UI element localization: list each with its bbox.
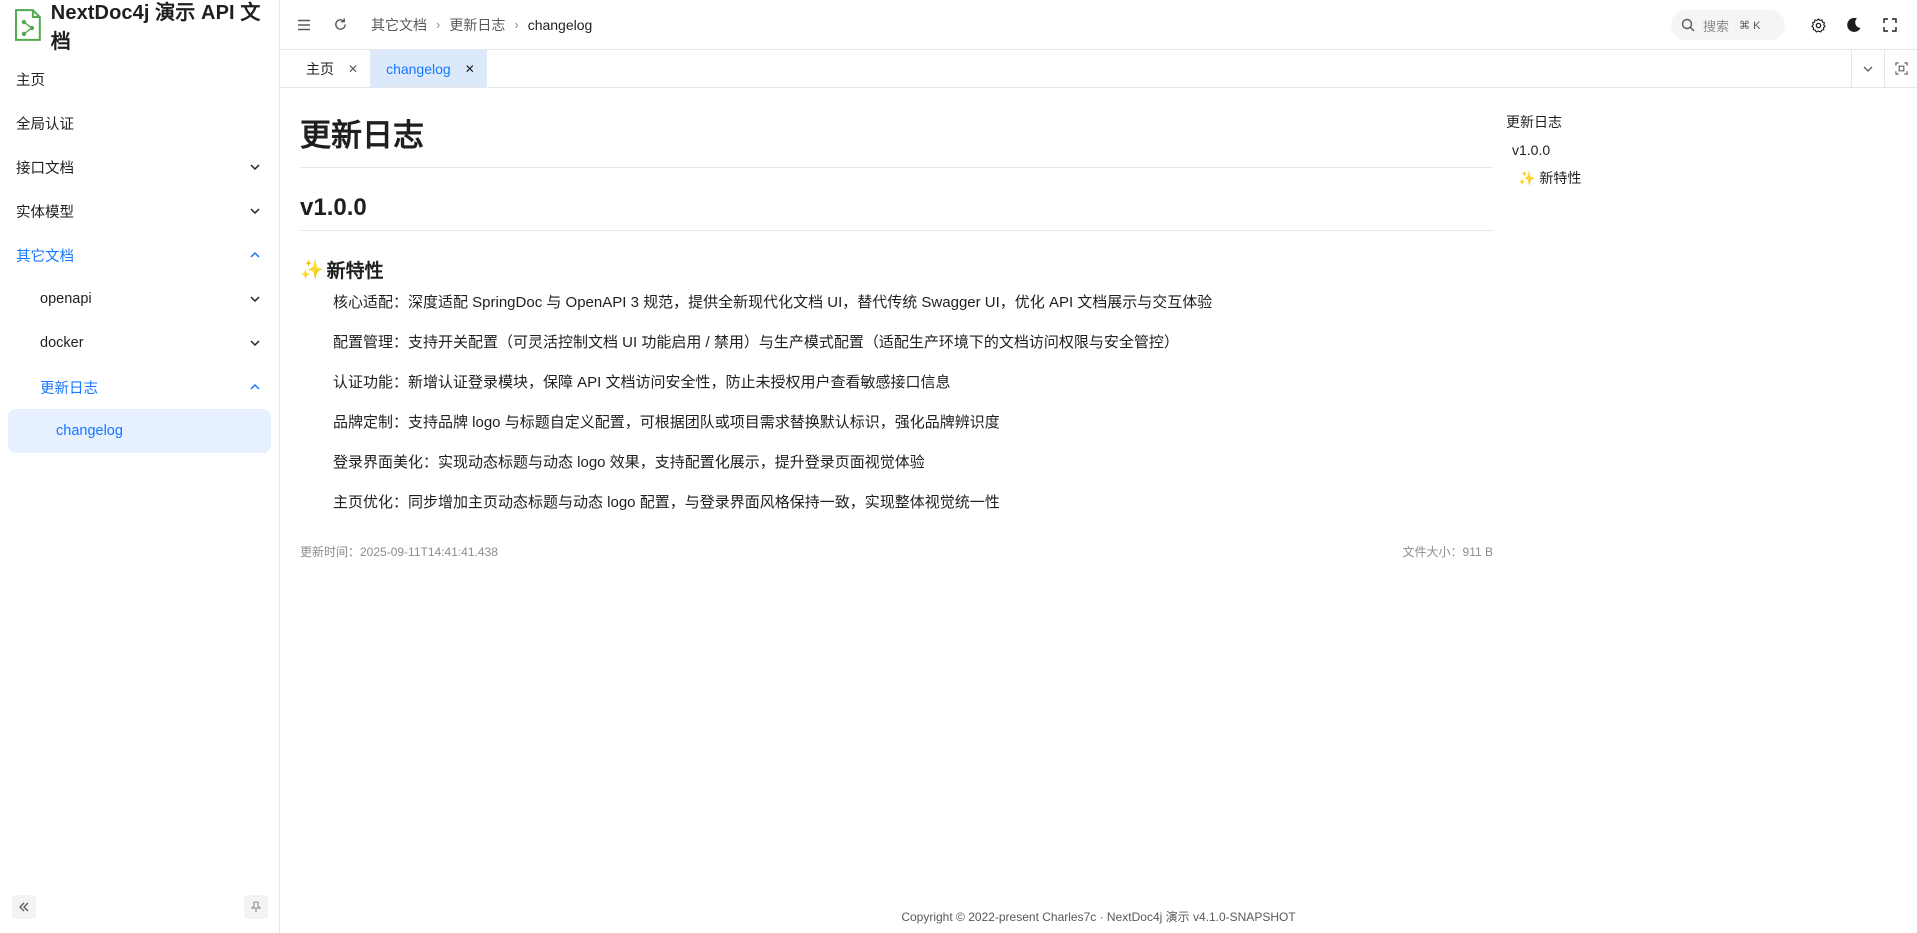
dark-mode-toggle[interactable] bbox=[1845, 16, 1863, 34]
chevron-down-icon bbox=[250, 340, 260, 347]
chevron-down-icon bbox=[1863, 66, 1873, 72]
doc-content: 更新日志 v1.0.0 ✨ 新特性 核心适配：深度适配 SpringDoc 与 … bbox=[300, 88, 1493, 563]
sidebar-item-home[interactable]: 主页 bbox=[0, 57, 279, 101]
close-icon[interactable]: ✕ bbox=[348, 62, 358, 76]
sidebar-item-entity-models[interactable]: 实体模型 bbox=[0, 189, 279, 233]
toc-item-version[interactable]: v1.0.0 bbox=[1506, 142, 1706, 158]
refresh-button[interactable] bbox=[331, 16, 349, 34]
fullscreen-icon bbox=[1883, 18, 1897, 32]
table-of-contents: 更新日志 v1.0.0 ✨ 新特性 bbox=[1506, 112, 1706, 198]
tab-fullscreen-button[interactable] bbox=[1884, 50, 1917, 87]
doc-meta: 更新时间：2025-09-11T14:41:41.438 文件大小：911 B bbox=[300, 543, 1493, 563]
sidebar-item-label: 其它文档 bbox=[16, 248, 74, 265]
list-item: 核心适配：深度适配 SpringDoc 与 OpenAPI 3 规范，提供全新现… bbox=[333, 294, 1213, 311]
brand[interactable]: NextDoc4j 演示 API 文档 bbox=[0, 0, 279, 53]
tab-bar: 主页 ✕ changelog ✕ bbox=[280, 50, 1917, 88]
double-chevron-left-icon bbox=[19, 902, 29, 912]
moon-icon bbox=[1847, 17, 1861, 32]
sidebar-item-global-auth[interactable]: 全局认证 bbox=[0, 101, 279, 145]
sidebar: NextDoc4j 演示 API 文档 主页 全局认证 接口文档 实体模型 其它… bbox=[0, 0, 280, 933]
refresh-icon bbox=[334, 18, 346, 30]
version-heading: v1.0.0 bbox=[300, 168, 1493, 231]
search-placeholder: 搜索 bbox=[1703, 18, 1730, 34]
sidebar-item-label: docker bbox=[40, 335, 84, 351]
breadcrumb-item[interactable]: 更新日志 bbox=[449, 15, 505, 35]
sparkles-icon: ✨ bbox=[300, 259, 324, 281]
tab-changelog[interactable]: changelog ✕ bbox=[370, 50, 487, 87]
sidebar-item-label: changelog bbox=[56, 423, 123, 439]
sidebar-item-label: openapi bbox=[40, 291, 92, 307]
page-title: 更新日志 bbox=[300, 88, 1493, 168]
sidebar-item-changelog-group[interactable]: 更新日志 bbox=[0, 365, 279, 409]
collapse-sidebar-button[interactable] bbox=[12, 895, 36, 919]
search-shortcut: ⌘ K bbox=[1739, 19, 1761, 32]
list-item: 认证功能：新增认证登录模块，保障 API 文档访问安全性，防止未授权用户查看敏感… bbox=[333, 374, 951, 391]
chevron-down-icon bbox=[250, 164, 260, 171]
sidebar-item-label: 更新日志 bbox=[40, 380, 98, 397]
tab-actions bbox=[1851, 50, 1917, 87]
sidebar-item-openapi[interactable]: openapi bbox=[0, 277, 279, 321]
file-size: 文件大小：911 B bbox=[1402, 545, 1493, 559]
logo-icon bbox=[14, 8, 41, 41]
footer: Copyright © 2022-present Charles7c · Nex… bbox=[280, 908, 1917, 925]
breadcrumb-item[interactable]: 其它文档 bbox=[371, 15, 427, 35]
feature-list: 核心适配：深度适配 SpringDoc 与 OpenAPI 3 规范，提供全新现… bbox=[300, 293, 1493, 513]
updated-time: 更新时间：2025-09-11T14:41:41.438 bbox=[300, 545, 498, 559]
sidebar-footer bbox=[0, 895, 280, 925]
section-heading-label: 新特性 bbox=[326, 261, 384, 282]
top-header: 其它文档 › 更新日志 › changelog 搜索 ⌘ K bbox=[280, 0, 1917, 50]
menu-toggle-button[interactable] bbox=[295, 16, 313, 34]
sidebar-item-docker[interactable]: docker bbox=[0, 321, 279, 365]
close-icon[interactable]: ✕ bbox=[465, 62, 475, 76]
settings-button[interactable] bbox=[1809, 16, 1827, 34]
sidebar-item-label: 主页 bbox=[16, 72, 45, 89]
chevron-down-icon bbox=[250, 296, 260, 303]
search-button[interactable]: 搜索 ⌘ K bbox=[1671, 10, 1785, 40]
breadcrumb-separator-icon: › bbox=[514, 17, 519, 32]
breadcrumb: 其它文档 › 更新日志 › changelog bbox=[371, 15, 592, 35]
chevron-up-icon bbox=[250, 251, 260, 258]
breadcrumb-current: changelog bbox=[527, 16, 593, 33]
sidebar-item-label: 接口文档 bbox=[16, 160, 74, 177]
sidebar-item-other-docs[interactable]: 其它文档 bbox=[0, 233, 279, 277]
pin-icon bbox=[250, 901, 262, 912]
header-actions: 搜索 ⌘ K bbox=[1671, 0, 1917, 50]
section-heading: ✨ 新特性 bbox=[300, 231, 1493, 283]
list-item: 登录界面美化：实现动态标题与动态 logo 效果，支持配置化展示，提升登录页面视… bbox=[333, 454, 925, 471]
tab-label: 主页 bbox=[306, 60, 334, 77]
menu-icon bbox=[298, 19, 310, 30]
sidebar-item-api-docs[interactable]: 接口文档 bbox=[0, 145, 279, 189]
sidebar-item-label: 实体模型 bbox=[16, 204, 74, 221]
toc-item-features[interactable]: ✨ 新特性 bbox=[1506, 168, 1706, 188]
list-item: 主页优化：同步增加主页动态标题与动态 logo 配置，与登录界面风格保持一致，实… bbox=[333, 494, 1000, 511]
search-icon bbox=[1681, 18, 1695, 32]
tab-home[interactable]: 主页 ✕ bbox=[280, 50, 370, 87]
tab-dropdown-button[interactable] bbox=[1851, 50, 1884, 87]
sidebar-item-label: 全局认证 bbox=[16, 116, 74, 133]
chevron-up-icon bbox=[250, 383, 260, 390]
chevron-down-icon bbox=[250, 208, 260, 215]
sidebar-item-changelog[interactable]: changelog bbox=[8, 409, 271, 453]
toc-title[interactable]: 更新日志 bbox=[1506, 112, 1706, 132]
list-item: 配置管理：支持开关配置（可灵活控制文档 UI 功能启用 / 禁用）与生产模式配置… bbox=[333, 334, 1179, 351]
fullscreen-button[interactable] bbox=[1881, 16, 1899, 34]
gear-icon bbox=[1810, 17, 1826, 33]
focus-icon bbox=[1894, 62, 1908, 75]
list-item: 品牌定制：支持品牌 logo 与标题自定义配置，可根据团队或项目需求替换默认标识… bbox=[333, 414, 1000, 431]
pin-sidebar-button[interactable] bbox=[244, 895, 268, 919]
app-title: NextDoc4j 演示 API 文档 bbox=[50, 1, 261, 53]
tab-label: changelog bbox=[386, 60, 451, 77]
copyright-text: Copyright © 2022-present Charles7c · Nex… bbox=[901, 910, 1296, 924]
breadcrumb-separator-icon: › bbox=[436, 17, 441, 32]
